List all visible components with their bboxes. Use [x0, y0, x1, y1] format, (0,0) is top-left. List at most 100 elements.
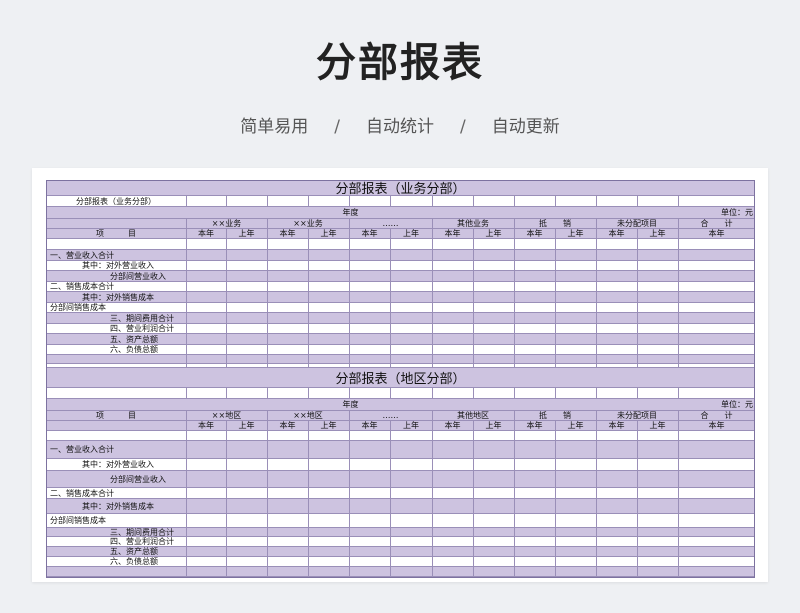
grid-line [596, 334, 597, 344]
row-label: 分部间销售成本 [50, 303, 106, 312]
grid-line [349, 547, 350, 556]
grid-line [514, 441, 515, 458]
grid-line [678, 421, 679, 430]
group-header-row: ××业务 ××业务 …… 其他业务 抵 销 未分配项目 合 计 [46, 219, 755, 229]
table-row: 六、负债总额 [46, 345, 755, 355]
grid-line [308, 499, 309, 513]
tag-separator: / [460, 117, 466, 137]
prior-year-header: 上年 [485, 229, 502, 238]
year-label: 年度 [342, 400, 359, 409]
grid-line [226, 303, 227, 312]
grid-line [473, 355, 474, 363]
grid-line [555, 282, 556, 291]
grid-line [432, 537, 433, 546]
grid-line [226, 334, 227, 344]
current-year-header: 本年 [708, 229, 725, 238]
grid-line [678, 282, 679, 291]
grid-line [226, 229, 227, 238]
grid-line [390, 271, 391, 281]
table-row: 六、负债总额 [46, 557, 755, 567]
grid-line [473, 441, 474, 458]
grid-line [555, 528, 556, 536]
grid-line [637, 345, 638, 354]
grid-line [226, 282, 227, 291]
grid-line [596, 488, 597, 498]
grid-line [432, 547, 433, 556]
grid-line [432, 364, 433, 367]
report-subtitle-row: 分部报表（业务分部） [46, 196, 755, 207]
grid-line [637, 313, 638, 323]
page-title: 分部报表 [316, 40, 484, 86]
table-row: 分部间销售成本 [46, 514, 755, 528]
grid-line [555, 196, 556, 206]
grid-line [678, 219, 679, 228]
grid-line [226, 196, 227, 206]
grid-line [596, 303, 597, 312]
grid-line [308, 557, 309, 566]
grid-line [473, 239, 474, 249]
grid-line [555, 488, 556, 498]
grid-line [349, 292, 350, 302]
table-row: 三、期间费用合计 [46, 313, 755, 324]
grid-line [637, 334, 638, 344]
grid-line [226, 292, 227, 302]
grid-line [637, 459, 638, 470]
column-group-3: …… [382, 219, 399, 228]
grid-line [349, 239, 350, 249]
grid-line [390, 388, 391, 398]
grid-line [432, 250, 433, 260]
table-row: 分部间营业收入 [46, 471, 755, 488]
current-year-header: 本年 [608, 229, 625, 238]
grid-line [596, 196, 597, 206]
grid-line [267, 364, 268, 367]
grid-line [596, 313, 597, 323]
grid-line [555, 441, 556, 458]
column-group-3: …… [382, 411, 399, 420]
group-header-row: 项 目 ××地区 ××地区 …… 其他地区 抵 销 未分配项目 合 计 [46, 411, 755, 421]
column-group-6: 未分配项目 [617, 411, 657, 420]
grid-line [349, 488, 350, 498]
grid-line [226, 514, 227, 527]
grid-line [390, 313, 391, 323]
grid-line [596, 441, 597, 458]
grid-line [390, 577, 391, 578]
grid-line [390, 196, 391, 206]
column-group-4: 其他地区 [457, 411, 489, 420]
grid-line [637, 421, 638, 430]
grid-line [349, 334, 350, 344]
grid-line [596, 219, 597, 228]
grid-line [226, 364, 227, 367]
tag-easy: 简单易用 [240, 117, 309, 137]
grid-line [473, 577, 474, 578]
blank-row [46, 239, 755, 250]
grid-line [226, 388, 227, 398]
column-group-4: 其他业务 [457, 219, 489, 228]
grid-line [473, 292, 474, 302]
grid-line [390, 292, 391, 302]
grid-line [308, 303, 309, 312]
table-row: 其中：对外营业收入 [46, 459, 755, 471]
grid-line [678, 324, 679, 333]
grid-line [267, 303, 268, 312]
grid-line [186, 421, 187, 430]
grid-line [514, 421, 515, 430]
report-sheet: 分部报表（业务分部） 分部报表（业务分部） 年度 单位：元 ××业务 ××业务…… 其他业务… [46, 180, 755, 578]
grid-line [473, 229, 474, 238]
grid-line [473, 431, 474, 440]
grid-line [514, 567, 515, 576]
grid-line [514, 514, 515, 527]
grid-line [432, 334, 433, 344]
grid-line [555, 537, 556, 546]
grid-line [432, 388, 433, 398]
table-row: 二、销售成本合计 [46, 282, 755, 292]
grid-line [596, 271, 597, 281]
grid-line [390, 324, 391, 333]
grid-line [473, 345, 474, 354]
grid-line [308, 261, 309, 270]
grid-line [555, 229, 556, 238]
grid-line [432, 528, 433, 536]
grid-line [432, 196, 433, 206]
grid-line [308, 577, 309, 578]
grid-line [226, 547, 227, 556]
row-label: 其中：对外营业收入 [82, 460, 154, 469]
